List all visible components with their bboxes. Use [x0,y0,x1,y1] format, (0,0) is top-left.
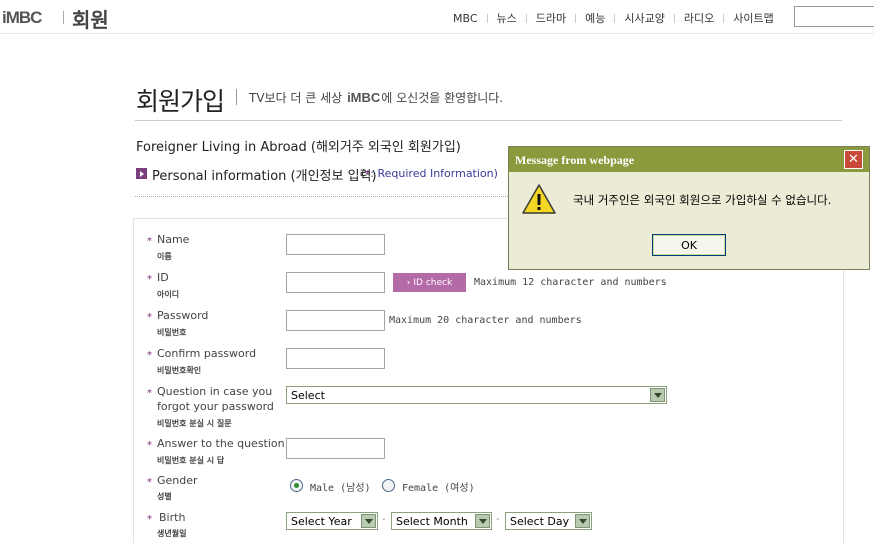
dialog-ok-button[interactable]: OK [652,234,726,256]
question-select-value: Select [291,388,325,402]
nav-item-entertainment[interactable]: 예능 [576,10,614,26]
page-subtitle: TV보다 더 큰 세상 iMBC에 오신것을 환영합니다. [249,89,503,106]
top-navigation: MBC 뉴스 드라마 예능 시사교양 라디오 사이트맵 [444,10,783,26]
required-mark: * [147,388,152,399]
chevron-right-icon: › [406,277,411,288]
birth-month-select[interactable]: Select Month [391,512,492,530]
password-label-ko: 비밀번호 [157,328,187,337]
confirm-password-input[interactable] [286,348,385,369]
id-input[interactable] [286,272,385,293]
form-intro: Foreigner Living in Abroad (해외거주 외국인 회원가… [136,140,461,155]
gender-male-radio[interactable] [290,479,303,492]
birth-day-select[interactable]: Select Day [505,512,592,530]
subtitle-brand-logo: iMBC [347,90,381,105]
password-hint: Maximum 20 character and numbers [389,315,582,326]
birth-month-value: Select Month [396,514,468,528]
password-label: Password [157,309,209,322]
imbc-logo[interactable]: iMBC [2,8,42,28]
subtitle-suffix: 에 오신것을 환영합니다. [381,91,504,105]
dialog-title: Message from webpage [515,153,635,167]
gender-male-label[interactable]: Male (남성) [310,479,371,494]
nav-item-current-affairs[interactable]: 시사교양 [615,10,673,26]
gender-female-label[interactable]: Female (여성) [402,479,475,494]
dropdown-arrow-icon [361,514,376,528]
name-label: Name [157,233,190,246]
required-mark: * [147,236,152,247]
birth-year-select[interactable]: Select Year [286,512,378,530]
answer-input[interactable] [286,438,385,459]
required-mark: * [147,477,152,488]
title-divider [236,89,237,105]
required-mark: * [147,312,152,323]
dropdown-arrow-icon [475,514,490,528]
confirm-password-label-ko: 비밀번호확인 [157,366,202,375]
nav-item-mbc[interactable]: MBC [444,12,487,25]
nav-item-drama[interactable]: 드라마 [527,10,575,26]
question-label-line2: forgot your password [157,400,274,413]
question-label: Question in case you [157,385,273,398]
name-input[interactable] [286,234,385,255]
logo-divider [63,11,64,24]
confirm-password-label: Confirm password [157,347,257,360]
section-bullet-icon [136,168,147,179]
birth-label: Birth [159,511,186,524]
id-label-ko: 아이디 [157,290,180,299]
subtitle-prefix: TV보다 더 큰 세상 [249,91,343,105]
id-hint: Maximum 12 character and numbers [474,277,667,288]
gender-label-ko: 성별 [157,492,172,501]
birth-label-ko: 생년월일 [157,529,187,538]
id-label: ID [157,271,169,284]
date-separator: - [496,514,500,525]
name-label-ko: 이름 [157,252,172,261]
alert-dialog: Message from webpage ✕ 국내 거주인은 외국인 회원으로 … [508,146,870,270]
nav-item-news[interactable]: 뉴스 [488,10,526,26]
warning-icon [522,184,556,214]
id-check-button[interactable]: › ID check [393,273,466,292]
password-input[interactable] [286,310,385,331]
required-mark: * [147,440,152,451]
title-rule [135,120,842,121]
answer-label: Answer to the question [157,437,285,450]
nav-item-sitemap[interactable]: 사이트맵 [724,10,782,26]
gender-label: Gender [157,474,198,487]
answer-label-ko: 비밀번호 분실 시 답 [157,456,225,465]
dialog-message: 국내 거주인은 외국인 회원으로 가입하실 수 없습니다. [573,193,832,207]
required-mark: * [147,350,152,361]
question-select[interactable]: Select [286,386,667,404]
required-mark: * [147,274,152,285]
nav-item-radio[interactable]: 라디오 [675,10,723,26]
section-title: 회원 [72,8,109,32]
section-heading: Personal information (개인정보 입력) [152,169,377,184]
required-note-text: : Required Information) [370,167,498,180]
required-mark: * [147,514,152,525]
gender-female-radio[interactable] [382,479,395,492]
id-check-label: ID check [413,277,453,288]
search-input[interactable] [794,6,874,27]
dialog-titlebar[interactable]: Message from webpage ✕ [509,147,869,172]
date-separator: - [382,514,386,525]
question-label-ko: 비밀번호 분실 시 질문 [157,419,232,428]
dialog-close-button[interactable]: ✕ [844,150,863,169]
required-note: (*: Required Information) [361,167,498,180]
dropdown-arrow-icon [650,388,665,402]
header-divider [0,33,874,34]
page-title: 회원가입 [136,87,225,116]
birth-day-value: Select Day [510,514,570,528]
dropdown-arrow-icon [575,514,590,528]
birth-year-value: Select Year [291,514,352,528]
